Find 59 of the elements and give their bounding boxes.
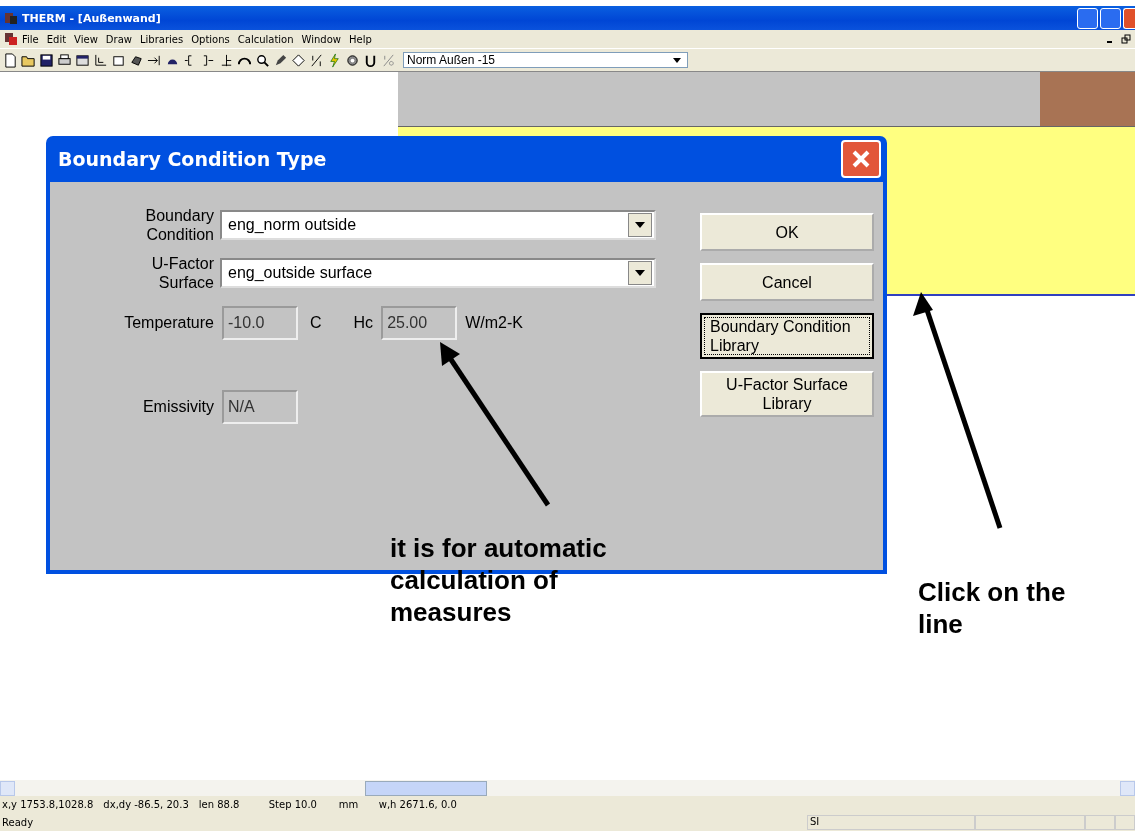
menu-item[interactable]: View	[70, 33, 102, 45]
close-icon	[850, 148, 872, 170]
status-field: Step 10.0	[268, 799, 329, 810]
dialog-title: Boundary Condition Type	[58, 148, 328, 170]
status-field: mm	[338, 799, 369, 810]
menu-item[interactable]: Help	[345, 33, 376, 45]
menu-item[interactable]: Libraries	[135, 33, 188, 45]
dialog-button[interactable]: OK	[700, 213, 874, 251]
dialog-button[interactable]: Boundary Condition Library	[700, 313, 874, 359]
annotation-text: Click on the line	[918, 576, 1066, 640]
scroll-thumb[interactable]	[365, 780, 487, 796]
print-icon[interactable]	[57, 52, 72, 68]
menu-item[interactable]: Window	[297, 33, 345, 45]
status-message: Ready	[2, 816, 35, 828]
field-label: Hc	[353, 314, 374, 332]
condition-dropdown[interactable]: Norm Außen -15	[403, 52, 688, 68]
dropdown-field[interactable]: eng_norm outside	[220, 210, 656, 240]
app-icon	[4, 11, 18, 25]
caret-icon	[673, 57, 681, 63]
minimize-button[interactable]	[1077, 7, 1098, 29]
menu-item[interactable]: Edit	[42, 33, 71, 45]
menu-item[interactable]: Draw	[101, 33, 136, 45]
pencil-icon[interactable]	[273, 52, 288, 68]
status-field: x,y 1753.8,1028.8	[2, 799, 94, 810]
field-label: Emissivity	[141, 398, 214, 416]
caret-icon	[635, 222, 645, 228]
field-label: Boundary Condition	[144, 206, 214, 244]
dialog-button[interactable]: Cancel	[700, 263, 874, 301]
horizontal-scrollbar[interactable]	[0, 780, 1135, 796]
menu-item[interactable]: Options	[187, 33, 234, 45]
field-label: U-Factor Surface	[150, 254, 214, 292]
fraction-icon[interactable]	[309, 52, 324, 68]
caret-icon	[635, 270, 645, 276]
save-icon[interactable]	[39, 52, 54, 68]
dropdown-field[interactable]: eng_outside surface	[220, 258, 656, 288]
unit-label: W/m2-K	[465, 314, 523, 332]
status-field: w,h 2671.6, 0.0	[378, 799, 529, 810]
units-indicator: SI	[807, 814, 975, 830]
new-file-icon[interactable]	[3, 52, 18, 68]
unit-label: C	[310, 314, 322, 332]
close-button[interactable]	[841, 140, 881, 178]
window-title: THERM - [Außenwand]	[22, 11, 161, 25]
menu-item[interactable]: Calculation	[233, 33, 298, 45]
annotation-text: it is for automatic calculation of measures	[390, 532, 607, 628]
restore-button[interactable]	[1100, 7, 1121, 29]
restore-icon[interactable]	[1121, 34, 1131, 44]
branch-icon[interactable]	[219, 52, 234, 68]
close-button[interactable]	[1123, 7, 1135, 29]
window-icon[interactable]	[75, 52, 90, 68]
zoom-icon[interactable]	[255, 52, 270, 68]
bracket-arrow-icon[interactable]	[201, 52, 216, 68]
dialog-button[interactable]: U-Factor Surface Library	[700, 371, 874, 417]
diamond-icon[interactable]	[291, 52, 306, 68]
document-icon[interactable]	[4, 32, 18, 46]
status-field: len 88.8	[198, 799, 259, 810]
corner-icon[interactable]	[93, 52, 108, 68]
menu-item[interactable]: File	[18, 33, 43, 45]
field-label: Temperature	[123, 314, 214, 332]
status-field: dx,dy -86.5, 20.3	[103, 799, 189, 810]
